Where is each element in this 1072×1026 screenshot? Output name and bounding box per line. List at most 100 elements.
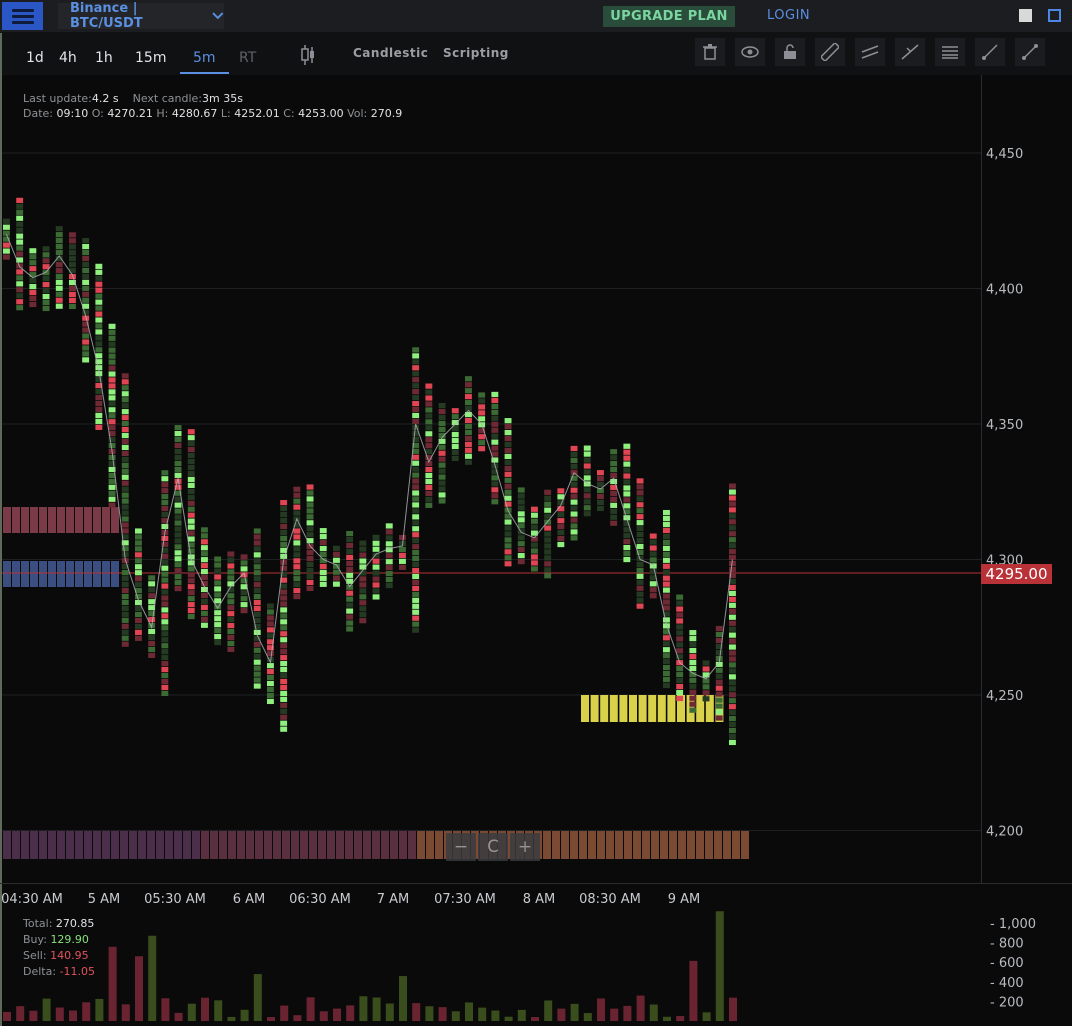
heatmap-cell xyxy=(187,530,195,536)
close-label: C: xyxy=(283,107,295,120)
heatmap-cell xyxy=(306,550,314,556)
heatmap-cell xyxy=(161,559,169,565)
heatmap-cell xyxy=(253,534,261,540)
heatmap-cell xyxy=(623,473,631,479)
liquidity-band-cell xyxy=(3,831,11,859)
heatmap-cell xyxy=(187,524,195,530)
volume-bar xyxy=(3,1011,11,1021)
liquidity-band-cell xyxy=(75,507,83,533)
heatmap-cell xyxy=(663,676,670,683)
liquidity-band-cell xyxy=(561,831,569,859)
heatmap-cell xyxy=(729,543,736,549)
heatmap-cell xyxy=(135,534,142,540)
heatmap-cell xyxy=(663,521,670,528)
heatmap-cell xyxy=(280,583,288,589)
liquidity-band-cell xyxy=(147,831,155,859)
liquidity-band-cell xyxy=(399,831,407,859)
heatmap-cell xyxy=(174,430,182,437)
heatmap-cell xyxy=(108,502,116,508)
liquidity-band-cell xyxy=(84,831,92,859)
heatmap-cell xyxy=(372,582,380,588)
heatmap-cell xyxy=(412,544,420,550)
heatmap-cell xyxy=(187,602,195,608)
heatmap-cell xyxy=(267,698,274,705)
heatmap-cell xyxy=(55,297,63,303)
heatmap-cell xyxy=(623,491,631,497)
delta-label: Delta: xyxy=(23,965,57,978)
reset-zoom-button[interactable]: C xyxy=(478,833,508,861)
heatmap-cell xyxy=(412,460,420,466)
heatmap-cell xyxy=(544,501,552,507)
heatmap-cell xyxy=(55,261,63,268)
price-tick-label: 4,200 xyxy=(986,825,1023,840)
heatmap-cell xyxy=(689,695,697,701)
zoom-in-button[interactable]: + xyxy=(510,833,540,861)
heatmap-cell xyxy=(544,543,552,549)
volume-bar xyxy=(425,1006,434,1021)
heatmap-cell xyxy=(676,636,684,642)
liquidity-band-cell xyxy=(417,831,425,859)
heatmap-cell xyxy=(174,520,182,526)
heatmap-cell xyxy=(715,697,723,703)
heatmap-cell xyxy=(610,490,618,497)
heatmap-cell xyxy=(729,626,736,632)
heatmap-cell xyxy=(108,442,116,449)
liquidity-band-cell xyxy=(651,831,659,859)
heatmap-cell xyxy=(465,453,472,459)
heatmap-cell xyxy=(174,538,182,544)
liquidity-band-cell xyxy=(237,831,245,859)
heatmap-cell xyxy=(29,254,37,260)
heatmap-cell xyxy=(425,395,433,401)
liquidity-band-cell xyxy=(138,831,146,859)
heatmap-cell xyxy=(729,668,736,674)
volume-bar xyxy=(187,1003,196,1021)
heatmap-cell xyxy=(161,684,169,691)
heatmap-cell xyxy=(504,441,512,448)
heatmap-cell xyxy=(280,535,288,542)
heatmap-cell xyxy=(121,641,129,647)
heatmap-cell xyxy=(557,541,565,548)
heatmap-cell xyxy=(610,508,618,514)
heatmap-cell xyxy=(82,261,90,268)
liquidity-band-cell xyxy=(336,831,344,859)
heatmap-cell xyxy=(267,633,274,639)
zoom-out-button[interactable]: − xyxy=(446,833,476,861)
heatmap-cell xyxy=(95,418,103,424)
heatmap-cell xyxy=(359,606,367,612)
heatmap-cell xyxy=(95,388,103,395)
heatmap-chart[interactable]: 4,2004,2504,3004,3504,4004,45004:30 AM 5 … xyxy=(0,0,1072,1026)
heatmap-cell xyxy=(214,574,222,580)
heatmap-cell xyxy=(663,539,670,546)
liquidity-band-cell xyxy=(741,831,749,859)
heatmap-cell xyxy=(729,638,736,644)
heatmap-cell xyxy=(504,435,512,442)
heatmap-cell xyxy=(187,572,195,578)
heatmap-cell xyxy=(346,626,354,632)
heatmap-cell xyxy=(663,545,670,551)
heatmap-cell xyxy=(161,505,169,512)
order-wall-cell xyxy=(629,695,637,722)
heatmap-cell xyxy=(306,532,314,538)
heatmap-cell xyxy=(55,249,63,256)
heatmap-cell xyxy=(240,554,248,560)
heatmap-cell xyxy=(148,581,156,587)
heatmap-cell xyxy=(531,560,538,566)
heatmap-cell xyxy=(306,484,314,490)
heatmap-cell xyxy=(544,507,552,513)
liquidity-band-cell xyxy=(3,561,11,587)
heatmap-cell xyxy=(161,649,169,655)
heatmap-cell xyxy=(610,455,618,461)
heatmap-cell xyxy=(517,541,525,547)
heatmap-cell xyxy=(570,535,578,541)
heatmap-cell xyxy=(425,484,433,491)
heatmap-cell xyxy=(333,557,340,563)
heatmap-cell xyxy=(95,317,103,323)
heatmap-cell xyxy=(240,602,248,608)
heatmap-cell xyxy=(319,581,327,587)
heatmap-cell xyxy=(583,445,591,451)
heatmap-cell xyxy=(135,593,142,600)
heatmap-cell xyxy=(108,407,116,413)
heatmap-cell xyxy=(135,528,142,534)
heatmap-cell xyxy=(504,555,512,561)
liquidity-band-cell xyxy=(111,831,119,859)
